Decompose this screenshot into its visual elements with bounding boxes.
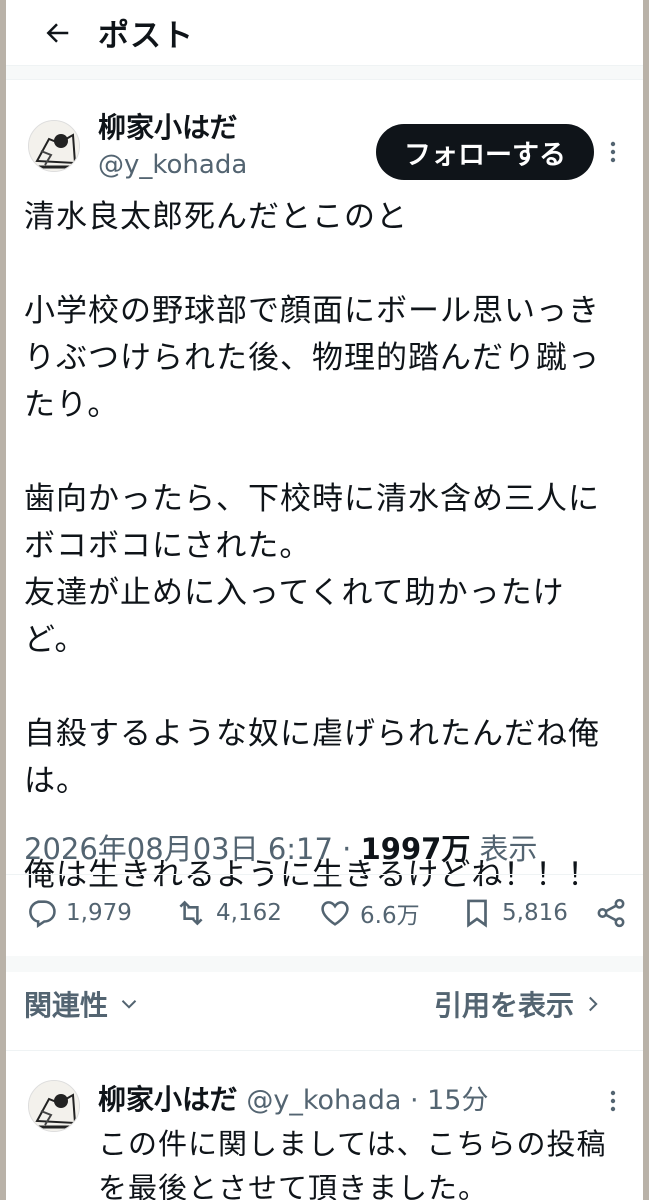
bookmark-count: 5,816 — [502, 900, 568, 926]
reply-author-handle[interactable]: @y_kohada — [246, 1085, 401, 1116]
share-icon — [597, 898, 625, 928]
reply-count: 1,979 — [66, 900, 132, 926]
more-options-icon[interactable] — [606, 136, 620, 168]
heart-icon — [321, 901, 349, 926]
reply-icon — [29, 900, 56, 929]
top-bar: ポスト — [6, 0, 643, 66]
follow-button[interactable]: フォローする — [376, 124, 594, 180]
related-label: 関連性 — [24, 989, 109, 1022]
app-frame: ポスト 柳家小はだ @y_kohada フォローする 清水良太郎死んだとこのと … — [6, 0, 643, 1200]
meta-separator: · — [332, 832, 361, 866]
bookmark-icon — [467, 899, 487, 928]
avatar[interactable] — [28, 120, 80, 172]
share-button[interactable] — [594, 892, 636, 934]
like-count: 6.6万 — [360, 903, 420, 929]
reply-author-name[interactable]: 柳家小はだ — [98, 1083, 237, 1116]
divider — [6, 874, 643, 875]
chevron-down-icon — [121, 1000, 137, 1009]
reply-header: 柳家小はだ @y_kohada · 15分 — [98, 1078, 488, 1118]
reply-time[interactable]: 15分 — [427, 1085, 488, 1116]
chevron-right-icon — [589, 996, 598, 1012]
related-sort-dropdown[interactable]: 関連性 — [24, 984, 142, 1024]
reply-text: この件に関しましては、こちらの投稿を最後とさせて頂きました。 — [98, 1127, 607, 1200]
quotes-label: 引用を表示 — [434, 989, 575, 1022]
reply-more-options-icon[interactable] — [606, 1086, 620, 1116]
views-count: 1997万 — [360, 832, 471, 866]
arrow-left-icon[interactable] — [40, 16, 74, 50]
divider — [6, 956, 643, 972]
retweet-icon — [179, 900, 203, 926]
retweet-count: 4,162 — [216, 900, 282, 926]
reply-avatar[interactable] — [28, 1080, 80, 1132]
post-timestamp[interactable]: 2026年08月03日 6:17 — [24, 832, 333, 866]
reply-button[interactable]: 1,979 — [24, 892, 132, 934]
divider — [6, 66, 643, 80]
divider — [6, 1050, 643, 1051]
author-name[interactable]: 柳家小はだ — [98, 106, 237, 146]
bookmark-button[interactable]: 5,816 — [460, 892, 568, 934]
page-title: ポスト — [98, 18, 194, 54]
action-bar: 1,979 4,162 6.6万 5,816 — [24, 892, 629, 934]
like-button[interactable]: 6.6万 — [318, 892, 420, 934]
view-quotes-link[interactable]: 引用を表示 — [434, 984, 606, 1024]
post-text: 清水良太郎死んだとこのと 小学校の野球部で顔面にボール思いっきりぶつけられた後、… — [24, 199, 600, 893]
post-meta: 2026年08月03日 6:17 · 1997万 表示 — [24, 826, 538, 868]
author-handle[interactable]: @y_kohada — [98, 150, 247, 180]
reply-separator: · — [401, 1085, 428, 1116]
retweet-button[interactable]: 4,162 — [174, 892, 282, 934]
views-label: 表示 — [470, 832, 538, 866]
post-author: 柳家小はだ @y_kohada フォローする — [6, 80, 643, 184]
